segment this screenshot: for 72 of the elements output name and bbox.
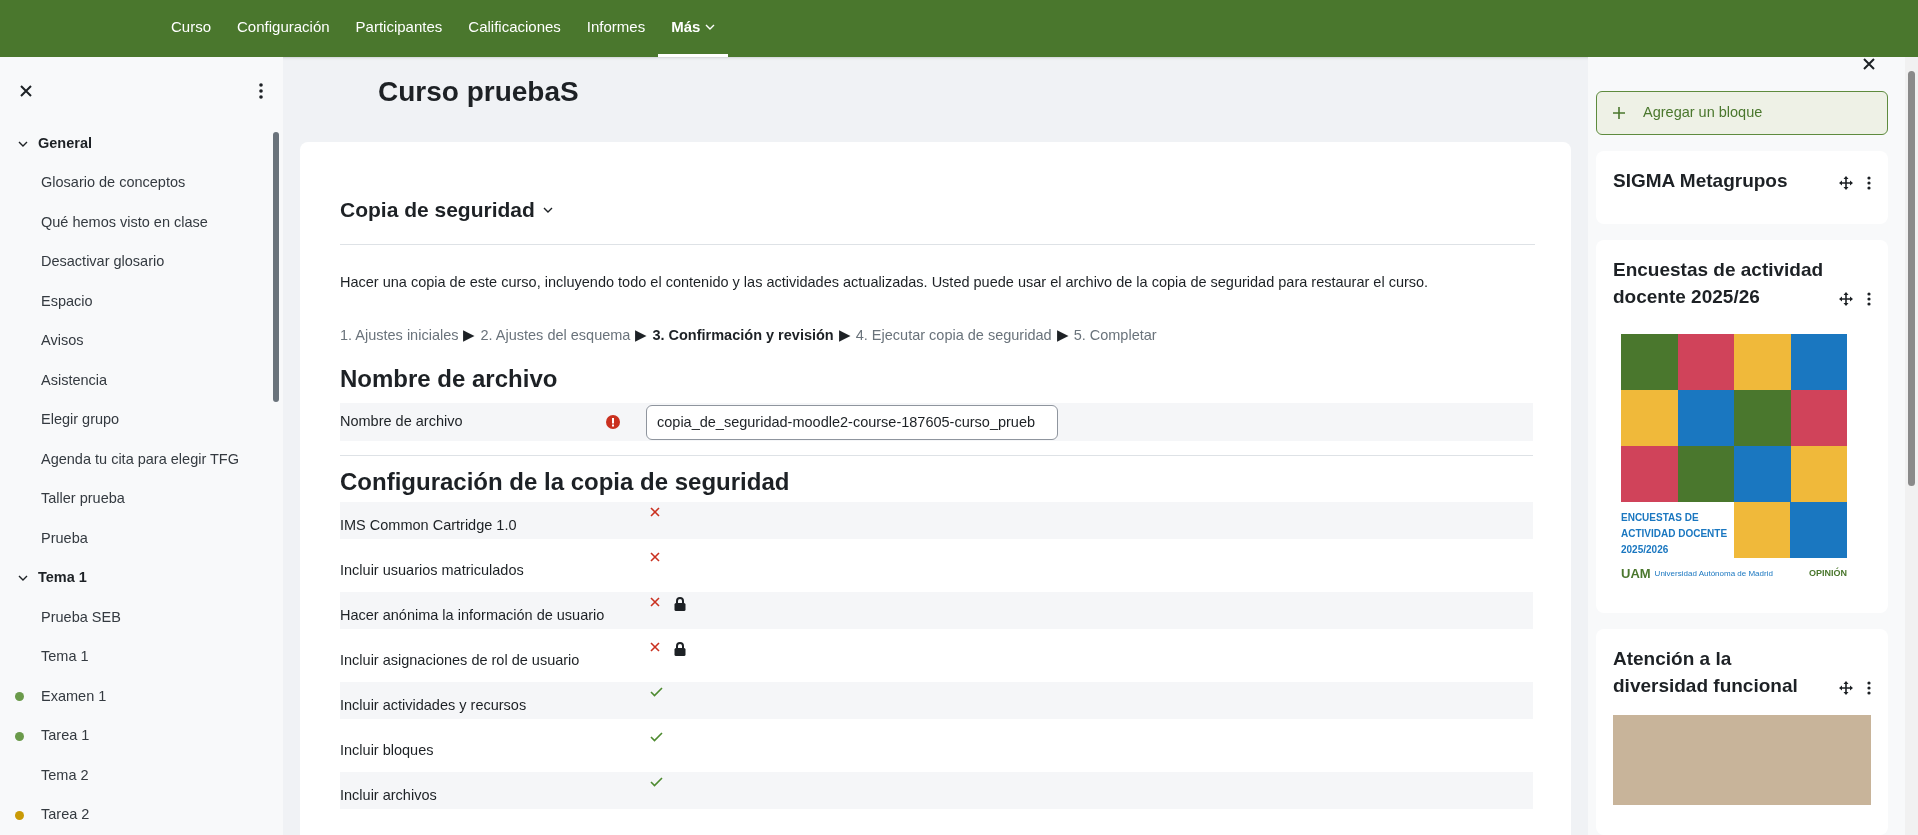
scrollbar[interactable] [1905, 57, 1918, 835]
step-separator: ▶ [838, 326, 851, 346]
course-index-link[interactable]: Tarea 2 [0, 804, 90, 827]
move-icon[interactable] [1839, 175, 1853, 190]
move-icon[interactable] [1839, 681, 1853, 695]
move-icon[interactable] [1839, 291, 1853, 306]
course-index-link[interactable]: Avisos [0, 330, 84, 353]
scrollbar[interactable] [273, 132, 279, 402]
nav-tab[interactable]: Informes [573, 0, 659, 57]
step-label: 2. Ajustes del esquema [480, 326, 631, 346]
course-index-link[interactable]: Taller prueba [0, 488, 125, 511]
badge-text: OPINIÓN [1809, 566, 1847, 580]
check-tile-drawing [1734, 501, 1790, 558]
course-index-link[interactable]: Tema 2 [0, 764, 89, 787]
setting-label: IMS Common Cartridge 1.0 [340, 516, 518, 536]
course-index-link[interactable]: Tarea 1 [0, 725, 90, 748]
step-separator: ▶ [463, 326, 476, 346]
poster-caption: ENCUESTAS DE ACTIVIDAD DOCENTE 2025/2026 [1621, 510, 1729, 557]
nav-tab[interactable]: Más [658, 0, 729, 57]
course-index-link[interactable]: Examen 1 [0, 685, 107, 708]
nav-tab[interactable]: Calificaciones [455, 0, 574, 57]
block-title: Encuestas de actividad docente 2025/26 [1613, 257, 1825, 309]
page-title: Curso pruebaS [377, 75, 580, 109]
step-separator: ▶ [1056, 326, 1069, 346]
chevron-down-icon [18, 140, 28, 147]
setting-label: Incluir asignaciones de rol de usuario [340, 651, 581, 671]
setting-label: Incluir actividades y recursos [340, 696, 528, 716]
nav-tab[interactable]: Participantes [342, 0, 456, 57]
nav-tab[interactable]: Configuración [224, 0, 343, 57]
nav-tab[interactable]: Curso [158, 0, 224, 57]
logo-text: UAM [1621, 564, 1651, 583]
close-icon[interactable] [20, 84, 32, 97]
step-separator: ▶ [635, 326, 648, 346]
chevron-down-icon [542, 206, 553, 213]
field-label: Nombre de archivo [340, 412, 464, 432]
course-index-link[interactable]: Tema 1 [0, 646, 89, 669]
description-text: Hacer una copia de este curso, incluyendo todo el contenido y las actividades actualizadas. Usted puede usar el archivo de la copia de seguridad para restaurar el curso. [340, 272, 1430, 292]
step-label: 1. Ajustes iniciales [340, 326, 459, 346]
chevron-down-icon [18, 575, 28, 582]
course-index-link[interactable]: Elegir grupo [0, 409, 120, 432]
step-label: 5. Completar [1073, 326, 1157, 346]
course-index-link[interactable]: Prueba SEB [0, 606, 121, 629]
section-toggle[interactable]: Tema 1 [0, 558, 283, 598]
kebab-menu-icon[interactable] [1867, 291, 1871, 306]
add-block-button[interactable]: Agregar un bloque [1596, 90, 1888, 135]
course-index-link[interactable]: Desactivar glosario [0, 251, 165, 274]
section-heading: Configuración de la copia de seguridad [340, 467, 791, 497]
setting-label: Incluir archivos [340, 786, 438, 806]
section-heading-dropdown[interactable]: Copia de seguridad [340, 194, 553, 226]
section-heading: Nombre de archivo [340, 364, 559, 394]
course-index-link[interactable]: Prueba [0, 527, 88, 550]
block-title: SIGMA Metagrupos [1613, 168, 1789, 193]
cross-tile-drawing [1790, 501, 1847, 558]
block-title: Atención a la diversidad funcional [1613, 647, 1799, 698]
kebab-menu-icon[interactable] [259, 82, 263, 99]
plus-icon [1613, 106, 1625, 119]
setting-label: Incluir bloques [340, 741, 435, 761]
section-toggle[interactable]: General [0, 124, 283, 164]
course-index-link[interactable]: Qué hemos visto en clase [0, 211, 208, 234]
logo-subtitle: Universidad Autónoma de Madrid [1654, 568, 1774, 578]
step-label: 4. Ejecutar copia de seguridad [855, 326, 1052, 346]
setting-label: Incluir usuarios matriculados [340, 561, 525, 581]
course-index-link[interactable]: Glosario de conceptos [0, 172, 186, 195]
course-index-link[interactable]: Agenda tu cita para elegir TFG [0, 448, 239, 471]
step-label: 3. Confirmación y revisión [652, 326, 834, 346]
course-index-link[interactable]: Asistencia [0, 369, 108, 392]
kebab-menu-icon[interactable] [1867, 681, 1871, 695]
setting-label: Hacer anónima la información de usuario [340, 606, 606, 626]
kebab-menu-icon[interactable] [1867, 175, 1871, 190]
course-index-link[interactable]: Espacio [0, 290, 93, 313]
filename-input[interactable]: copia_de_seguridad-moodle2-course-187605-curso_prueb [646, 404, 1058, 440]
close-icon[interactable] [1863, 57, 1875, 70]
